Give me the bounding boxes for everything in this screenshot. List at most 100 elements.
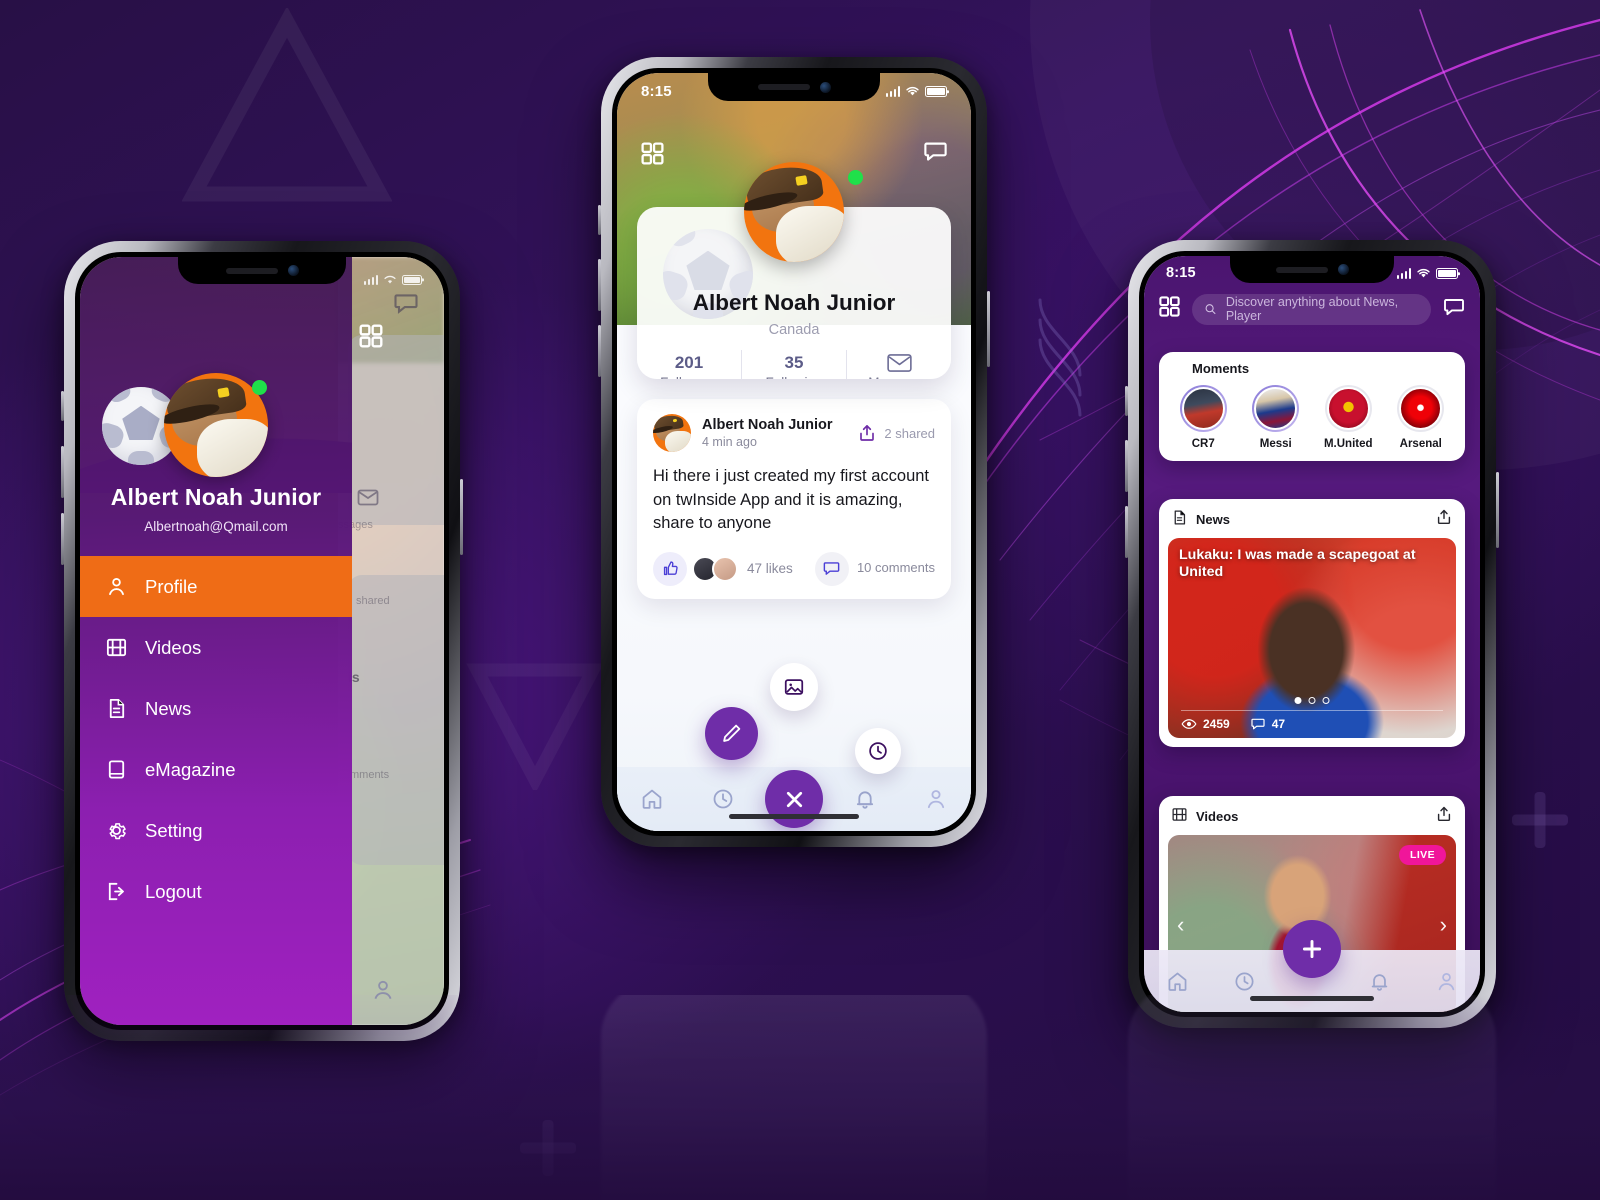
grid-menu-icon[interactable]: [358, 323, 384, 354]
profile-stats: 201 Followers 35 Following Messages: [637, 350, 951, 379]
wifi-icon: [384, 275, 396, 283]
stat-followers[interactable]: 201 Followers: [637, 353, 741, 380]
share-button[interactable]: 2 shared: [857, 423, 935, 443]
moment-item-munited[interactable]: M.United: [1312, 385, 1385, 450]
carousel-dot[interactable]: [1308, 697, 1316, 704]
power-button[interactable]: [987, 291, 990, 367]
close-fab[interactable]: [765, 770, 823, 828]
tab-recent[interactable]: [688, 787, 759, 811]
phone-right-feed: Discover anything about News, Player Mom…: [1125, 240, 1499, 1028]
battery-icon: [1436, 268, 1458, 279]
sidebar-item-label: News: [145, 697, 192, 719]
share-button[interactable]: [1435, 508, 1453, 531]
drawer-menu: Profile Videos News eMagazine Setting Lo…: [80, 556, 352, 922]
moment-label: CR7: [1191, 438, 1215, 450]
grid-menu-icon[interactable]: [1158, 295, 1181, 323]
post-text: Hi there i just created my first account…: [653, 467, 930, 533]
volume-up-button[interactable]: [1125, 440, 1128, 492]
carousel-dot[interactable]: [1294, 697, 1302, 704]
edit-fab[interactable]: [705, 707, 758, 760]
moment-item-arsenal[interactable]: Arsenal: [1385, 385, 1458, 450]
sidebar-item-label: Setting: [145, 819, 203, 841]
moment-item-messi[interactable]: Messi: [1240, 385, 1313, 450]
volume-up-button[interactable]: [598, 259, 601, 311]
comments-label-dimmed: mments: [350, 769, 390, 781]
sidebar-item-label: Profile: [145, 575, 198, 597]
avatar[interactable]: [744, 162, 844, 262]
like-button[interactable]: [653, 551, 687, 586]
stat-following[interactable]: 35 Following: [742, 353, 846, 380]
shared-count: 2 shared: [884, 425, 935, 441]
home-icon: [1168, 972, 1187, 991]
share-button[interactable]: [1435, 805, 1453, 828]
comment-bubble-icon: [814, 551, 849, 586]
decorative-triangle-down: [465, 660, 605, 790]
chat-bubble-icon[interactable]: [1442, 295, 1466, 324]
power-button[interactable]: [1496, 472, 1499, 548]
carousel-dot[interactable]: [1322, 697, 1330, 704]
sidebar-item-emagazine[interactable]: eMagazine: [80, 739, 352, 800]
film-icon: [105, 636, 141, 659]
comment-button[interactable]: 10 comments: [814, 551, 935, 586]
person-icon: [927, 790, 944, 809]
decorative-triangle-up: [182, 8, 392, 208]
volume-down-button[interactable]: [61, 513, 64, 565]
volume-down-button[interactable]: [598, 325, 601, 377]
mute-switch[interactable]: [61, 391, 64, 421]
sidebar-item-videos[interactable]: Videos: [80, 617, 352, 678]
carousel-dots[interactable]: [1294, 697, 1330, 704]
grid-menu-icon[interactable]: [640, 141, 665, 171]
post-card-dimmed: [348, 575, 444, 865]
avatar[interactable]: [653, 414, 691, 452]
search-input[interactable]: Discover anything about News, Player: [1192, 293, 1431, 325]
chat-bubble-icon[interactable]: [922, 138, 949, 170]
pencil-icon: [723, 724, 741, 742]
power-button[interactable]: [460, 479, 463, 555]
post-timestamp: 4 min ago: [702, 435, 757, 449]
home-icon: [643, 789, 662, 809]
post-author: Albert Noah Junior: [702, 417, 833, 433]
moment-label: Messi: [1259, 438, 1292, 450]
top-bar: Discover anything about News, Player: [1144, 286, 1480, 332]
sidebar-item-news[interactable]: News: [80, 678, 352, 739]
chevron-right-icon[interactable]: ›: [1440, 912, 1447, 938]
wifi-icon: [906, 86, 919, 96]
tab-recent[interactable]: [1211, 970, 1278, 993]
videos-title: Videos: [1196, 809, 1239, 824]
volume-down-button[interactable]: [1125, 506, 1128, 558]
mute-switch[interactable]: [598, 205, 601, 235]
tab-profile[interactable]: [900, 787, 971, 811]
home-indicator: [729, 814, 859, 819]
clock-fab[interactable]: [855, 728, 901, 774]
volume-up-button[interactable]: [61, 446, 64, 498]
news-thumbnail[interactable]: Lukaku: I was made a scapegoat at United…: [1168, 538, 1456, 738]
wifi-icon: [1417, 268, 1430, 278]
search-placeholder: Discover anything about News, Player: [1225, 295, 1399, 323]
sidebar-item-logout[interactable]: Logout: [80, 861, 352, 922]
moments-card: Moments CR7 Messi M.United Arsenal: [1159, 352, 1465, 461]
tab-notifications[interactable]: [829, 787, 900, 811]
chevron-left-icon[interactable]: ‹: [1177, 912, 1184, 938]
following-label: Following: [742, 375, 846, 380]
liker-avatars: [692, 555, 738, 582]
thumbs-up-icon: [663, 561, 678, 576]
add-fab[interactable]: [1283, 920, 1341, 978]
sidebar-item-label: Videos: [145, 636, 202, 658]
notch: [708, 73, 880, 101]
search-icon: [1205, 304, 1216, 315]
mute-switch[interactable]: [1125, 386, 1128, 416]
following-count: 35: [784, 352, 804, 372]
film-icon: [1171, 806, 1188, 828]
image-fab[interactable]: [770, 663, 818, 711]
moments-title: Moments: [1192, 361, 1250, 376]
moment-item-cr7[interactable]: CR7: [1167, 385, 1240, 450]
status-time: 8:15: [641, 82, 672, 100]
tab-profile[interactable]: [1413, 970, 1480, 993]
envelope-icon: [847, 353, 951, 373]
stat-messages[interactable]: Messages: [847, 353, 951, 379]
sidebar-item-profile[interactable]: Profile: [80, 556, 352, 617]
sidebar-item-setting[interactable]: Setting: [80, 800, 352, 861]
tab-home[interactable]: [617, 787, 688, 811]
tab-notifications[interactable]: [1346, 970, 1413, 993]
tab-home[interactable]: [1144, 970, 1211, 993]
